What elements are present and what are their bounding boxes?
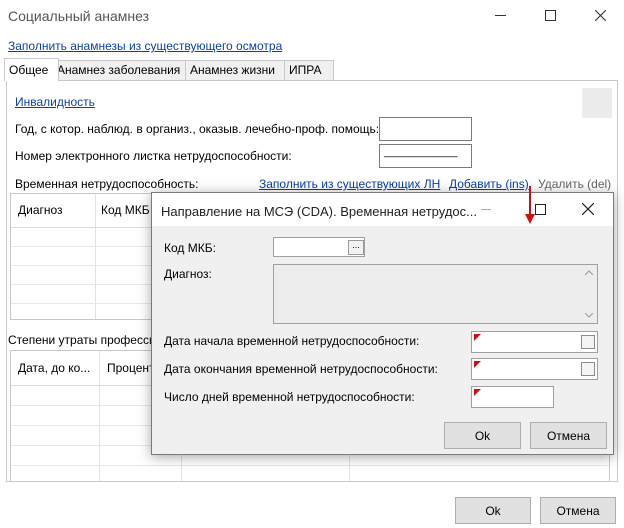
close-button[interactable] xyxy=(586,4,614,26)
add-link[interactable]: Добавить (ins) xyxy=(449,177,529,191)
col-header-diagnosis[interactable]: Диагноз xyxy=(18,203,63,217)
tab-life-history[interactable]: Анамнез жизни xyxy=(185,60,287,80)
dialog-titlebar: Направление на МСЭ (CDA). Временная нетр… xyxy=(152,193,613,226)
sick-leave-label: Номер электронного листка нетрудоспособн… xyxy=(15,149,292,163)
icd-label: Код МКБ: xyxy=(164,241,216,255)
days-label: Число дней временной нетрудоспособности: xyxy=(164,390,415,404)
temp-disability-grid[interactable]: Диагноз Код МКБ xyxy=(10,193,172,320)
cancel-button[interactable]: Отмена xyxy=(540,497,616,524)
col-header-date[interactable]: Дата, до ко... xyxy=(18,361,90,375)
start-date-field[interactable] xyxy=(471,331,598,353)
sick-leave-value: ____________ xyxy=(384,146,458,158)
required-marker xyxy=(474,361,481,368)
ok-button[interactable]: Ok xyxy=(455,497,531,524)
delete-link[interactable]: Удалить (del) xyxy=(538,177,611,191)
start-date-checkbox[interactable] xyxy=(581,335,595,349)
minimize-icon xyxy=(494,14,506,16)
diagnosis-label: Диагноз: xyxy=(164,267,212,281)
required-marker xyxy=(474,389,481,396)
dialog-close-button[interactable] xyxy=(574,198,602,220)
grid-row-line xyxy=(11,227,171,228)
grid-row-line xyxy=(11,265,171,266)
tab-general[interactable]: Общее xyxy=(4,58,59,81)
days-field[interactable] xyxy=(471,386,554,408)
diagnosis-scrollbar[interactable] xyxy=(581,265,597,323)
end-date-label: Дата окончания временной нетрудоспособно… xyxy=(164,362,438,376)
minimize-icon xyxy=(481,208,491,210)
year-field[interactable] xyxy=(379,117,472,141)
tab-disease-history[interactable]: Анамнез заболевания xyxy=(52,60,188,80)
required-marker xyxy=(474,334,481,341)
end-date-field[interactable] xyxy=(471,358,598,380)
minimize-button[interactable] xyxy=(486,4,514,26)
disability-link[interactable]: Инвалидность xyxy=(15,95,95,109)
maximize-icon xyxy=(544,9,556,21)
scroll-down-icon xyxy=(585,313,593,318)
icd-lookup-button[interactable]: ... xyxy=(348,240,364,255)
mse-dialog: Направление на МСЭ (CDA). Временная нетр… xyxy=(151,192,614,455)
fill-from-exam-link[interactable]: Заполнить анамнезы из существующего осмо… xyxy=(8,39,282,53)
gray-panel-button[interactable] xyxy=(582,88,612,118)
year-label: Год, с котор. наблюд. в организ., оказыв… xyxy=(15,122,380,136)
loss-label: Степени утраты професси xyxy=(8,333,156,347)
diagnosis-field[interactable] xyxy=(273,264,598,324)
maximize-button[interactable] xyxy=(536,4,564,26)
temp-disability-label: Временная нетрудоспособность: xyxy=(15,177,199,191)
dialog-minimize-button[interactable] xyxy=(472,198,500,220)
grid-row-line xyxy=(11,246,171,247)
grid-row-line xyxy=(11,284,171,285)
grid-divider xyxy=(99,351,100,481)
close-icon xyxy=(582,203,594,215)
col-header-icd[interactable]: Код МКБ xyxy=(101,203,150,217)
icd-field[interactable]: ... xyxy=(273,237,365,257)
col-header-percent[interactable]: Процент xyxy=(107,361,155,375)
fill-from-ln-link[interactable]: Заполнить из существующих ЛН xyxy=(259,177,440,191)
end-date-checkbox[interactable] xyxy=(581,362,595,376)
grid-row-line xyxy=(11,303,171,304)
start-date-label: Дата начала временной нетрудоспособности… xyxy=(164,334,420,348)
maximize-icon xyxy=(534,203,546,215)
grid-divider xyxy=(95,194,96,319)
dialog-title: Направление на МСЭ (CDA). Временная нетр… xyxy=(161,204,477,219)
grid-row-line xyxy=(11,465,609,466)
sick-leave-field[interactable]: ____________ xyxy=(379,144,472,168)
window-title: Социальный анамнез xyxy=(8,8,150,24)
close-icon xyxy=(594,9,606,21)
annotation-arrow xyxy=(525,186,535,224)
icd-lookup-label: ... xyxy=(352,240,360,250)
tab-ipra[interactable]: ИПРА xyxy=(284,60,334,80)
dialog-ok-button[interactable]: Ok xyxy=(444,422,521,449)
scroll-up-icon xyxy=(585,270,593,275)
dialog-cancel-button[interactable]: Отмена xyxy=(530,422,607,449)
